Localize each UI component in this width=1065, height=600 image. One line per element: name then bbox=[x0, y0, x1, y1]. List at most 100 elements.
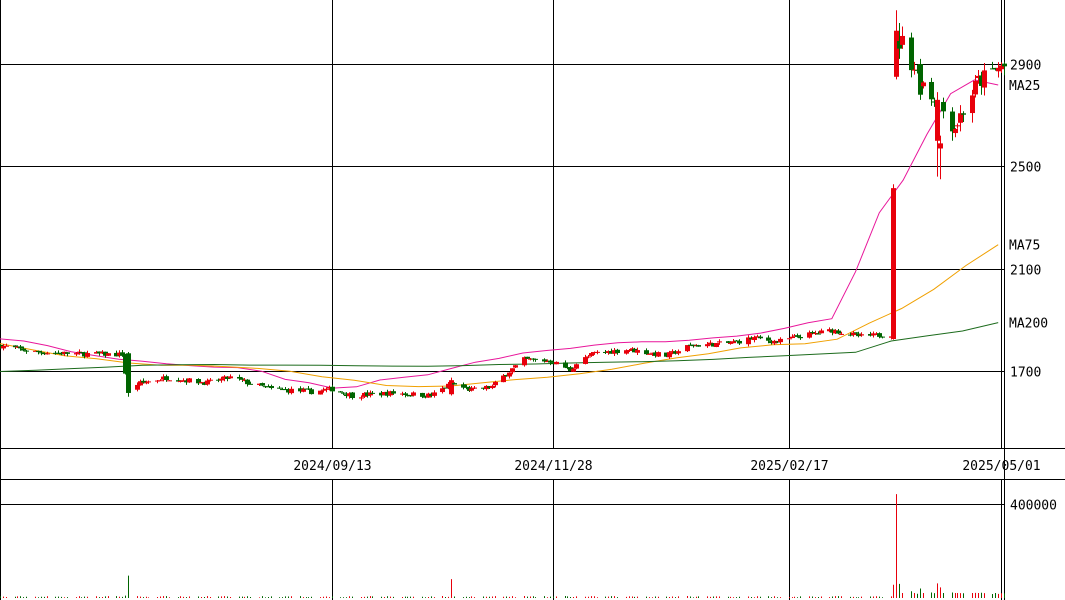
candle-body bbox=[798, 337, 803, 339]
candle-body bbox=[656, 352, 661, 357]
candle-body bbox=[554, 361, 559, 365]
candlesticks bbox=[0, 10, 1007, 401]
candle-body bbox=[341, 392, 346, 394]
candle-body bbox=[65, 352, 70, 354]
candle-body bbox=[318, 390, 323, 395]
grid-lines bbox=[0, 0, 1065, 600]
candle-body bbox=[289, 388, 294, 394]
candle-body bbox=[714, 343, 719, 348]
candle-body bbox=[85, 353, 90, 357]
candle-body bbox=[717, 341, 722, 343]
candle-body bbox=[859, 334, 864, 336]
candle-body bbox=[548, 360, 553, 363]
candle-body bbox=[635, 350, 640, 353]
candle-body bbox=[1002, 63, 1007, 67]
candle-body bbox=[237, 376, 242, 379]
price-tick-label: 2500 bbox=[1010, 161, 1041, 176]
candle-body bbox=[493, 381, 498, 386]
candle-body bbox=[164, 376, 169, 381]
candle-body bbox=[205, 380, 210, 385]
date-tick-label: 2025/05/01 bbox=[962, 459, 1040, 474]
candle-body bbox=[909, 37, 914, 71]
candle-body bbox=[819, 330, 824, 334]
candle-body bbox=[449, 380, 454, 395]
candle-body bbox=[880, 336, 885, 338]
candle-body bbox=[219, 378, 224, 381]
axis-labels: 1700 2100 2500 2900 2024/09/13 2024/11/28 2025… bbox=[293, 59, 1057, 514]
candle-body bbox=[18, 346, 23, 349]
candle-body bbox=[24, 350, 29, 352]
candle-body bbox=[510, 368, 515, 373]
ma-label-ma200: MA200 bbox=[1009, 317, 1048, 332]
candle-body bbox=[301, 389, 306, 392]
candle-body bbox=[126, 353, 131, 393]
candle-body bbox=[420, 392, 425, 397]
price-tick-label: 1700 bbox=[1010, 366, 1041, 381]
candle-body bbox=[411, 392, 416, 396]
candle-body bbox=[74, 353, 79, 355]
date-tick-label: 2024/09/13 bbox=[293, 459, 371, 474]
candle-body bbox=[955, 125, 960, 127]
price-tick-label: 2100 bbox=[1010, 264, 1041, 279]
candle-body bbox=[583, 357, 588, 364]
candle-body bbox=[208, 379, 213, 381]
candle-body bbox=[787, 338, 792, 340]
candle-body bbox=[795, 335, 800, 337]
candle-body bbox=[973, 80, 978, 95]
candle-body bbox=[941, 102, 946, 112]
candle-body bbox=[667, 352, 672, 358]
candle-body bbox=[589, 353, 594, 356]
candle-body bbox=[766, 337, 771, 341]
candle-body bbox=[260, 383, 265, 386]
ma-label-ma75: MA75 bbox=[1009, 239, 1040, 254]
candle-body bbox=[36, 350, 41, 353]
candle-body bbox=[167, 380, 172, 382]
ma-line-ma25 bbox=[0, 79, 999, 389]
candle-body bbox=[950, 111, 955, 132]
candle-body bbox=[731, 341, 736, 344]
candle-body bbox=[525, 356, 530, 359]
candle-body bbox=[696, 345, 701, 347]
candle-body bbox=[324, 388, 329, 390]
candle-body bbox=[894, 30, 899, 77]
candle-body bbox=[106, 353, 111, 356]
candle-body bbox=[737, 340, 742, 344]
candle-body bbox=[452, 383, 457, 385]
candle-body bbox=[146, 381, 151, 383]
candle-body bbox=[187, 378, 192, 383]
candle-body bbox=[248, 383, 253, 385]
candle-body bbox=[507, 372, 512, 377]
volume-bars bbox=[0, 494, 1005, 598]
volume-tick-label: 400000 bbox=[1010, 499, 1057, 514]
date-tick-label: 2025/02/17 bbox=[750, 459, 828, 474]
candle-body bbox=[676, 351, 681, 354]
candle-body bbox=[758, 336, 763, 339]
candle-body bbox=[705, 344, 710, 347]
candle-body bbox=[921, 82, 926, 87]
candle-body bbox=[961, 113, 966, 115]
candle-body bbox=[615, 349, 620, 353]
candle-body bbox=[574, 364, 579, 369]
candle-body bbox=[21, 348, 26, 351]
candle-body bbox=[685, 345, 690, 352]
candle-body bbox=[918, 64, 923, 95]
candle-body bbox=[586, 356, 591, 358]
candle-body bbox=[571, 368, 576, 372]
candle-body bbox=[982, 70, 987, 88]
candle-body bbox=[891, 188, 896, 340]
candle-body bbox=[810, 332, 815, 334]
candle-body bbox=[513, 365, 518, 368]
candle-body bbox=[432, 392, 437, 396]
candle-body bbox=[644, 350, 649, 355]
candle-body bbox=[269, 386, 274, 389]
candle-body bbox=[490, 385, 495, 389]
candle-body bbox=[595, 351, 600, 353]
candle-body bbox=[533, 358, 538, 360]
date-tick-label: 2024/11/28 bbox=[514, 459, 592, 474]
candle-body bbox=[839, 333, 844, 335]
candle-body bbox=[440, 388, 445, 393]
candle-body bbox=[359, 397, 364, 399]
candle-body bbox=[228, 376, 233, 379]
candle-body bbox=[245, 379, 250, 385]
candle-body bbox=[877, 333, 882, 337]
